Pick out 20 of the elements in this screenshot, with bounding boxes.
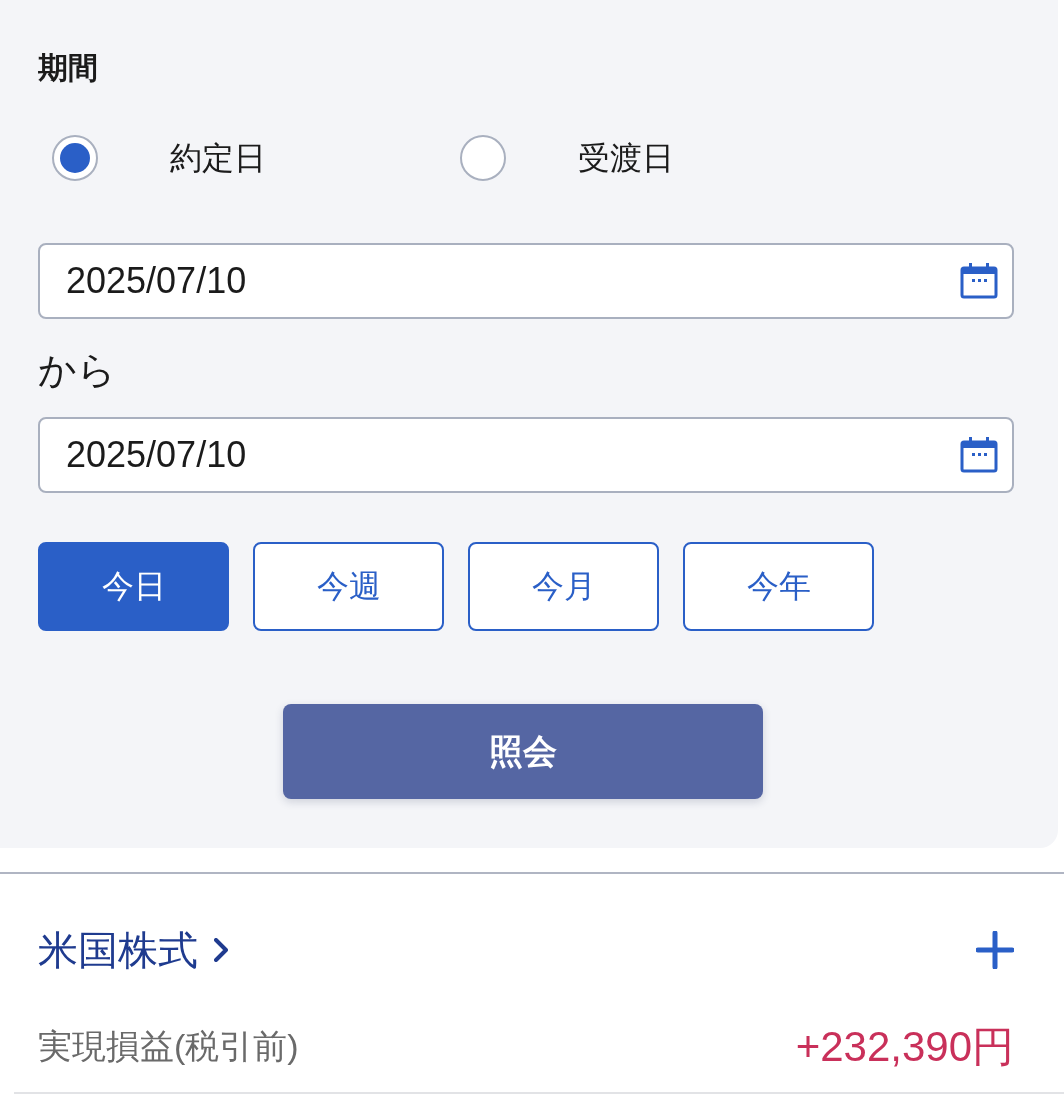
quick-range-button[interactable]: 今週 — [253, 542, 444, 631]
quick-range-button[interactable]: 今月 — [468, 542, 659, 631]
calendar-icon[interactable] — [960, 263, 998, 299]
search-button[interactable]: 照会 — [283, 704, 763, 799]
chevron-right-icon — [214, 938, 228, 962]
radio-button[interactable] — [460, 135, 506, 181]
profit-value: +232,390円 — [795, 1022, 1014, 1072]
start-date-field[interactable]: 2025/07/10 — [38, 243, 1014, 319]
quick-range-button[interactable]: 今日 — [38, 542, 229, 631]
period-label: 期間 — [38, 50, 98, 86]
radio-label[interactable]: 受渡日 — [578, 136, 674, 180]
calendar-icon[interactable] — [960, 437, 998, 473]
range-separator: から — [38, 348, 116, 393]
quick-range-button[interactable]: 今年 — [683, 542, 874, 631]
section-title-link[interactable]: 米国株式 — [38, 922, 228, 978]
end-date-field[interactable]: 2025/07/10 — [38, 417, 1014, 493]
profit-label: 実現損益(税引前) — [38, 1026, 299, 1067]
plus-icon[interactable] — [976, 931, 1014, 969]
radio-button[interactable] — [52, 135, 98, 181]
radio-label[interactable]: 約定日 — [170, 136, 266, 180]
